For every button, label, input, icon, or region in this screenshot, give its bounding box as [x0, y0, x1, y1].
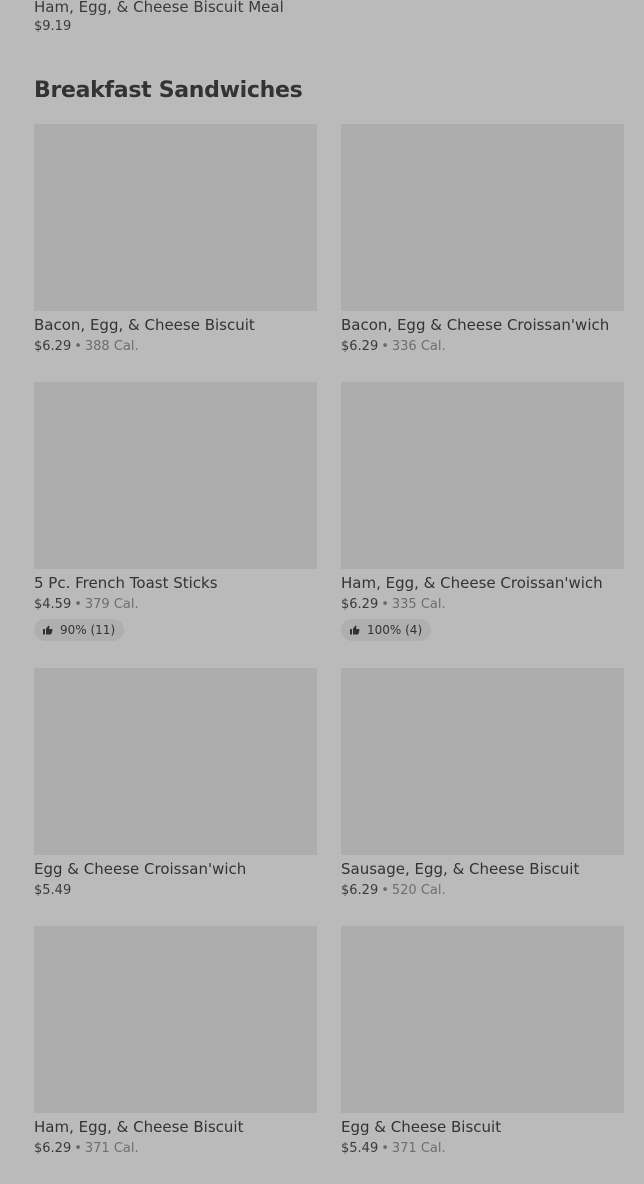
item-price: $6.29: [341, 339, 379, 354]
item-name: Ham, Egg, & Cheese Biscuit: [34, 1118, 244, 1136]
item-calories: 379 Cal.: [84, 597, 139, 612]
item-image-placeholder: [34, 926, 317, 1113]
menu-item-card[interactable]: Sausage, Egg, & Cheese Biscuit $6.29 • 520…: [341, 668, 624, 926]
separator-dot: •: [381, 597, 389, 612]
rating-badge: 100% (4): [341, 619, 432, 641]
item-meta: $6.29 • 371 Cal.: [34, 1140, 317, 1158]
separator-dot: •: [381, 339, 389, 354]
section-title: Breakfast Sandwiches: [34, 78, 303, 103]
item-meta: $6.29 • 335 Cal.: [341, 596, 624, 614]
menu-item-card[interactable]: Egg & Cheese Croissan'wich $5.49: [34, 668, 317, 926]
menu-item-card[interactable]: 5 Pc. French Toast Sticks $4.59 • 379 Cal.…: [34, 382, 317, 668]
item-name: Ham, Egg, & Cheese Croissan'wich: [341, 574, 603, 592]
item-calories: 520 Cal.: [391, 883, 446, 898]
item-image-placeholder: [34, 668, 317, 855]
separator-dot: •: [74, 339, 82, 354]
item-image-placeholder: [341, 124, 624, 311]
item-image-placeholder: [34, 382, 317, 569]
menu-item-card[interactable]: Ham, Egg, & Cheese Croissan'wich $6.29 • 3…: [341, 382, 624, 668]
item-price: $6.29: [341, 597, 379, 612]
item-calories: 335 Cal.: [391, 597, 446, 612]
thumbs-up-icon: [43, 625, 53, 635]
item-meta: $4.59 • 379 Cal.: [34, 596, 317, 614]
item-image-placeholder: [341, 926, 624, 1113]
item-calories: 336 Cal.: [391, 339, 446, 354]
item-name: Sausage, Egg, & Cheese Biscuit: [341, 860, 580, 878]
item-price: $6.29: [34, 339, 72, 354]
item-calories: 388 Cal.: [84, 339, 139, 354]
menu-item-card[interactable]: Bacon, Egg, & Cheese Biscuit $6.29 • 388 C…: [34, 124, 317, 382]
menu-item-card[interactable]: Bacon, Egg & Cheese Croissan'wich $6.29 •…: [341, 124, 624, 382]
item-price: $9.19: [34, 19, 72, 34]
menu-items-grid: Bacon, Egg, & Cheese Biscuit $6.29 • 388 C…: [34, 124, 624, 1184]
item-name: Egg & Cheese Biscuit: [341, 1118, 502, 1136]
thumbs-up-icon: [350, 625, 360, 635]
separator-dot: •: [74, 597, 82, 612]
item-name: 5 Pc. French Toast Sticks: [34, 574, 218, 592]
separator-dot: •: [381, 883, 389, 898]
item-name: Ham, Egg, & Cheese Biscuit Meal: [34, 0, 284, 16]
item-meta: $6.29 • 520 Cal.: [341, 882, 624, 900]
item-image-placeholder: [34, 124, 317, 311]
rating-text: 100% (4): [367, 623, 423, 637]
item-price: $4.59: [34, 597, 72, 612]
item-price: $6.29: [341, 883, 379, 898]
item-meta: $6.29 • 388 Cal.: [34, 338, 317, 356]
item-name: Bacon, Egg, & Cheese Biscuit: [34, 316, 255, 334]
rating-text: 90% (11): [60, 623, 116, 637]
item-image-placeholder: [341, 668, 624, 855]
menu-item-card[interactable]: Ham, Egg, & Cheese Biscuit $6.29 • 371 Cal…: [34, 926, 317, 1184]
previous-section-item[interactable]: Ham, Egg, & Cheese Biscuit Meal $9.19: [34, 0, 434, 36]
item-name: Bacon, Egg & Cheese Croissan'wich: [341, 316, 610, 334]
item-name: Egg & Cheese Croissan'wich: [34, 860, 247, 878]
item-meta: $5.49: [34, 882, 317, 900]
item-meta: $5.49 • 371 Cal.: [341, 1140, 624, 1158]
item-image-placeholder: [341, 382, 624, 569]
rating-badge: 90% (11): [34, 619, 125, 641]
item-meta: $6.29 • 336 Cal.: [341, 338, 624, 356]
item-price: $5.49: [34, 883, 72, 898]
menu-item-card[interactable]: Egg & Cheese Biscuit $5.49 • 371 Cal.: [341, 926, 624, 1184]
